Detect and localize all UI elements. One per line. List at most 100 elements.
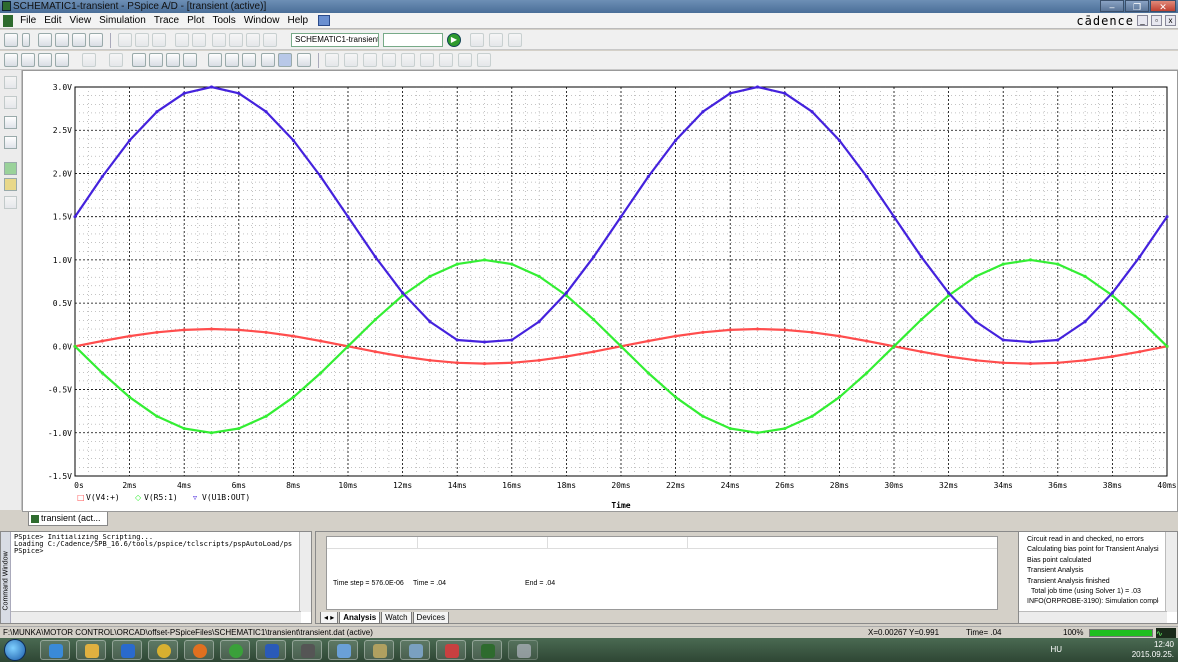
redo-icon[interactable] [192, 33, 206, 47]
add-y-axis-icon[interactable] [132, 53, 146, 67]
cursor-search-icon[interactable] [439, 53, 453, 67]
zoom-fit-icon[interactable] [55, 53, 69, 67]
legend-label-1[interactable]: V(R5:1) [144, 493, 178, 502]
new-dropdown-icon[interactable] [22, 33, 30, 47]
command-prompt[interactable]: PSpice> [14, 548, 296, 555]
pspice-taskbar-button[interactable] [472, 640, 502, 660]
mdi-restore-button[interactable]: ▫ [1151, 15, 1162, 26]
cursor-point-icon[interactable] [420, 53, 434, 67]
paint-taskbar-button[interactable] [400, 640, 430, 660]
tab-devices[interactable]: Devices [412, 612, 449, 624]
menu-help[interactable]: Help [288, 13, 309, 29]
word-taskbar-button[interactable] [256, 640, 286, 660]
command-output[interactable]: PSpice> Initializing Scripting... Loading… [14, 534, 296, 610]
tab-analysis[interactable]: Analysis [339, 612, 381, 624]
plot-window[interactable]: 0s 2ms 4ms 6ms 8ms 10ms 12ms 14ms 16ms 18ms 20ms 22… [22, 70, 1178, 512]
performance-analysis-icon[interactable] [183, 53, 197, 67]
new-file-icon[interactable] [4, 33, 18, 47]
menu-file[interactable]: File [20, 13, 36, 29]
waveform-icon[interactable] [4, 136, 17, 149]
cursor-max-icon[interactable] [401, 53, 415, 67]
menu-edit[interactable]: Edit [44, 13, 61, 29]
cursor-slope-icon[interactable] [363, 53, 377, 67]
window-taskbar-button[interactable] [508, 640, 538, 660]
print-icon[interactable] [89, 33, 103, 47]
help-extension-icon[interactable] [318, 14, 331, 26]
language-indicator[interactable]: HU [1050, 645, 1062, 655]
transient-plot[interactable]: 0s 2ms 4ms 6ms 8ms 10ms 12ms 14ms 16ms 18ms 20ms 22… [23, 71, 1178, 513]
maximize-button[interactable]: ❐ [1125, 0, 1149, 12]
message-vertical-scrollbar[interactable] [1165, 532, 1177, 612]
stop-icon[interactable] [489, 33, 503, 47]
clock-date[interactable]: 2015.09.25. [1132, 650, 1174, 660]
message-horizontal-scrollbar[interactable] [1019, 611, 1167, 623]
chrome-taskbar-button[interactable] [148, 640, 178, 660]
menu-plot[interactable]: Plot [187, 13, 204, 29]
menu-view[interactable]: View [70, 13, 92, 29]
menu-simulation[interactable]: Simulation [99, 13, 146, 29]
fft-icon[interactable] [149, 53, 163, 67]
mark-points-icon[interactable] [297, 53, 311, 67]
zoom-area-icon[interactable] [38, 53, 52, 67]
add-plot-icon[interactable] [166, 53, 180, 67]
next-transition-icon[interactable] [458, 53, 472, 67]
sweep-icon[interactable] [4, 196, 17, 209]
explorer-taskbar-button[interactable] [76, 640, 106, 660]
close-button[interactable]: ✕ [1150, 0, 1176, 12]
capture-taskbar-button[interactable] [436, 640, 466, 660]
copy-icon[interactable] [135, 33, 149, 47]
eval-goal-icon[interactable] [225, 53, 239, 67]
tab-nav-arrows[interactable]: ◂ ▸ [320, 612, 339, 624]
security-taskbar-button[interactable] [328, 640, 358, 660]
sim-results-icon[interactable] [4, 178, 17, 191]
menu-trace[interactable]: Trace [154, 13, 179, 29]
tool-taskbar-button[interactable] [364, 640, 394, 660]
zoom-in-icon[interactable] [4, 53, 18, 67]
paste-icon[interactable] [152, 33, 166, 47]
tab-watch[interactable]: Watch [381, 612, 412, 624]
utorrent-taskbar-button[interactable] [220, 640, 250, 660]
cursor-min-icon[interactable] [382, 53, 396, 67]
cursor-icon[interactable] [261, 53, 275, 67]
mdi-close-button[interactable]: x [1165, 15, 1176, 26]
view-output-icon[interactable] [508, 33, 522, 47]
mark-data-icon[interactable] [278, 53, 292, 67]
add-trace-icon[interactable] [208, 53, 222, 67]
probe-icon[interactable] [4, 76, 17, 89]
cursor-peak-icon[interactable] [325, 53, 339, 67]
firefox-taskbar-button[interactable] [184, 640, 214, 660]
open-sim-icon[interactable] [55, 33, 69, 47]
place-bus-icon[interactable] [263, 33, 277, 47]
prev-transition-icon[interactable] [477, 53, 491, 67]
legend-label-0[interactable]: V(V4:+) [86, 493, 120, 502]
tab-transient[interactable]: transient (act... [28, 512, 108, 526]
legend-label-2[interactable]: V(U1B:OUT) [202, 493, 250, 502]
pause-icon[interactable] [470, 33, 484, 47]
place-part-icon[interactable] [212, 33, 226, 47]
clock-time[interactable]: 12:40 [1132, 640, 1174, 650]
profile-filter-input[interactable] [383, 33, 443, 47]
simulation-settings-icon[interactable] [4, 162, 17, 175]
media-taskbar-button[interactable] [112, 640, 142, 660]
menu-window[interactable]: Window [244, 13, 280, 29]
log-x-icon[interactable] [82, 53, 96, 67]
run-simulation-button[interactable]: ▶ [447, 33, 461, 47]
cut-icon[interactable] [118, 33, 132, 47]
menu-tools[interactable]: Tools [212, 13, 235, 29]
command-vertical-scrollbar[interactable] [299, 532, 311, 612]
ie-taskbar-button[interactable] [40, 640, 70, 660]
voltage-marker-icon[interactable] [4, 96, 17, 109]
command-horizontal-scrollbar[interactable] [11, 611, 301, 623]
plot-area[interactable] [74, 86, 1168, 477]
start-button[interactable] [4, 639, 26, 661]
simulation-profile-select[interactable]: SCHEMATIC1-transient [291, 33, 379, 47]
minimize-button[interactable]: – [1100, 0, 1124, 12]
place-net-icon[interactable] [246, 33, 260, 47]
mdi-minimize-button[interactable]: _ [1137, 15, 1148, 26]
place-wire-icon[interactable] [229, 33, 243, 47]
cursor-trough-icon[interactable] [344, 53, 358, 67]
message-window[interactable]: Circuit read in and checked, no errors C… [1018, 531, 1178, 624]
zoom-out-icon[interactable] [21, 53, 35, 67]
output-file-icon[interactable] [4, 116, 17, 129]
acrobat-taskbar-button[interactable] [292, 640, 322, 660]
